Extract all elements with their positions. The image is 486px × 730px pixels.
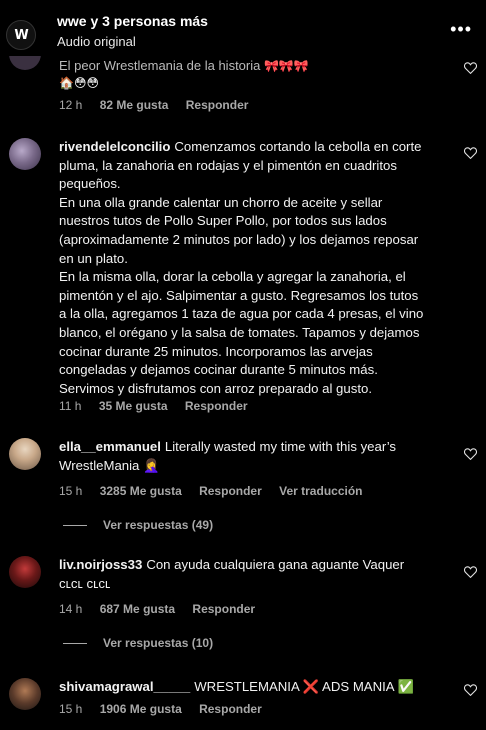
like-heart-icon[interactable]: [464, 62, 477, 74]
see-translation-button[interactable]: Ver traducción: [279, 484, 362, 498]
comment-text: liv.noirjoss33 Con ayuda cualquiera gana …: [59, 557, 405, 591]
comment-meta: 11 h 35 Me gusta Responder: [59, 399, 262, 413]
reply-button[interactable]: Responder: [199, 484, 262, 498]
emoji-row: 🏠😳😳: [59, 76, 99, 90]
comment-username[interactable]: rivendelelconcilio: [59, 139, 170, 154]
comment-time: 15 h: [59, 702, 83, 716]
comment-time: 11 h: [59, 399, 82, 413]
wwe-logo: W: [14, 27, 28, 43]
comment-username[interactable]: shivamagrawal_____: [59, 679, 190, 694]
comment-text: El peor Wrestlemania de la historia 🎀🎀🎀: [59, 58, 309, 73]
likes-count[interactable]: 3285 Me gusta: [100, 484, 182, 498]
more-options-icon[interactable]: •••: [450, 20, 472, 38]
replies-divider: [63, 642, 87, 644]
likes-count[interactable]: 687 Me gusta: [100, 602, 175, 616]
comment-text: ella__emmanuel Literally wasted my time w…: [59, 439, 397, 473]
likes-count[interactable]: 82 Me gusta: [100, 98, 169, 112]
view-replies-button[interactable]: Ver respuestas (10): [63, 636, 213, 650]
comment-time: 15 h: [59, 484, 83, 498]
like-heart-icon[interactable]: [464, 684, 477, 696]
avatar[interactable]: [9, 138, 41, 170]
like-heart-icon[interactable]: [464, 147, 477, 159]
avatar[interactable]: [9, 556, 41, 588]
comment-username[interactable]: liv.noirjoss33: [59, 557, 142, 572]
avatar[interactable]: [9, 678, 41, 710]
comment-meta: 14 h 687 Me gusta Responder: [59, 602, 269, 616]
like-heart-icon[interactable]: [464, 448, 477, 460]
reply-button[interactable]: Responder: [199, 702, 262, 716]
likes-count[interactable]: 35 Me gusta: [99, 399, 168, 413]
header-title[interactable]: wwe y 3 personas más: [57, 13, 208, 29]
comment-time: 12 h: [59, 98, 83, 112]
comment-meta: 15 h 1906 Me gusta Responder: [59, 702, 276, 716]
reply-button[interactable]: Responder: [192, 602, 255, 616]
comment-meta: 15 h 3285 Me gusta Responder Ver traducc…: [59, 484, 377, 498]
reply-button[interactable]: Responder: [185, 399, 248, 413]
comment-time: 14 h: [59, 602, 83, 616]
emoji-row: 🎀🎀🎀: [263, 59, 309, 73]
reel-header: W wwe y 3 personas más Audio original ••…: [0, 0, 486, 56]
comment-username[interactable]: ella__emmanuel: [59, 439, 161, 454]
comment-meta: 12 h 82 Me gusta Responder: [59, 98, 262, 112]
likes-count[interactable]: 1906 Me gusta: [100, 702, 182, 716]
reply-button[interactable]: Responder: [186, 98, 249, 112]
replies-divider: [63, 524, 87, 526]
view-replies-button[interactable]: Ver respuestas (49): [63, 518, 213, 532]
avatar[interactable]: [9, 438, 41, 470]
like-heart-icon[interactable]: [464, 566, 477, 578]
comment-text: shivamagrawal_____ WRESTLEMANIA ❌ ADS MAN…: [59, 679, 414, 694]
comment-text: rivendelelconcilio Comenzamos cortando la…: [59, 139, 424, 396]
wwe-avatar[interactable]: W: [6, 20, 36, 50]
audio-label[interactable]: Audio original: [57, 34, 136, 49]
